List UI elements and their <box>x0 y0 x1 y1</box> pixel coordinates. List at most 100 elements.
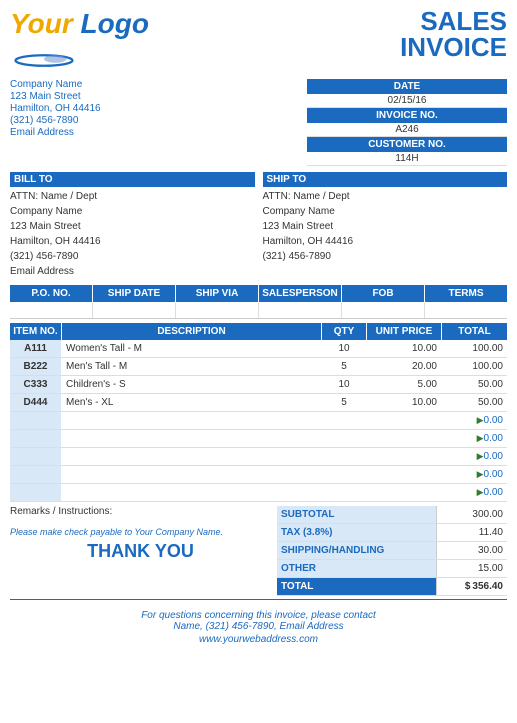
item-qty-cell: 5 <box>322 394 367 411</box>
terms-value <box>425 303 507 318</box>
header: Your Logo SALES INVOICE <box>10 8 507 71</box>
table-row: ▶0.00 <box>10 412 507 430</box>
footer-line2: Name, (321) 456-7890, Email Address <box>10 621 507 632</box>
item-price-cell: 10.00 <box>367 394 442 411</box>
item-desc-cell: Men's - XL <box>62 394 322 411</box>
item-qty-cell <box>322 484 367 501</box>
item-qty-cell <box>322 412 367 429</box>
date-block: DATE 02/15/16 INVOICE NO. A246 CUSTOMER … <box>307 79 507 166</box>
item-total-cell: 50.00 <box>442 376 507 393</box>
item-total-cell: ▶0.00 <box>442 448 507 465</box>
po-no-header: P.O. NO. <box>10 285 93 302</box>
item-price-cell: 10.00 <box>367 340 442 357</box>
item-price-cell <box>367 466 442 483</box>
item-desc-cell <box>62 448 322 465</box>
fob-value <box>342 303 425 318</box>
customer-no-value: 114H <box>307 152 507 166</box>
po-header-row: P.O. NO. SHIP DATE SHIP VIA SALESPERSON … <box>10 285 507 302</box>
grand-total-value: $356.40 <box>437 578 507 595</box>
item-price-cell <box>367 484 442 501</box>
bottom-section: Remarks / Instructions: Please make chec… <box>10 506 507 596</box>
sender-phone: (321) 456-7890 <box>10 115 101 126</box>
item-total-cell: ▶0.00 <box>442 412 507 429</box>
subtotal-value: 300.00 <box>437 506 507 523</box>
item-no-cell <box>10 484 62 501</box>
item-total-cell: 100.00 <box>442 340 507 357</box>
item-price-cell <box>367 448 442 465</box>
grand-total-amount: 356.40 <box>472 581 503 592</box>
grand-total-row: TOTAL $356.40 <box>277 578 507 596</box>
ship-address1: 123 Main Street <box>263 219 508 234</box>
item-desc-cell <box>62 412 322 429</box>
sales-label: SALES <box>400 8 507 34</box>
col-itemno-header: ITEM NO. <box>10 323 62 340</box>
shipping-label: SHIPPING/HANDLING <box>277 542 437 559</box>
item-no-cell: B222 <box>10 358 62 375</box>
col-price-header: UNIT PRICE <box>367 323 442 340</box>
sender-address2: Hamilton, OH 44416 <box>10 103 101 114</box>
ship-phone: (321) 456-7890 <box>263 249 508 264</box>
table-row: A111 Women's Tall - M 10 10.00 100.00 <box>10 340 507 358</box>
tax-value: 11.40 <box>437 524 507 541</box>
invoice-no-label: INVOICE NO. <box>307 108 507 123</box>
footer-divider <box>10 599 507 600</box>
col-qty-header: QTY <box>322 323 367 340</box>
item-desc-cell: Men's Tall - M <box>62 358 322 375</box>
item-qty-cell: 10 <box>322 340 367 357</box>
subtotal-label: SUBTOTAL <box>277 506 437 523</box>
arrow-icon: ▶ <box>477 469 484 479</box>
sender-info: Company Name 123 Main Street Hamilton, O… <box>10 79 101 166</box>
sender-address1: 123 Main Street <box>10 91 101 102</box>
ship-company: Company Name <box>263 204 508 219</box>
logo-text: Your Logo <box>10 8 149 40</box>
item-qty-cell <box>322 466 367 483</box>
item-qty-cell <box>322 448 367 465</box>
item-no-cell <box>10 430 62 447</box>
right-totals: SUBTOTAL 300.00 TAX (3.8%) 11.40 SHIPPIN… <box>277 506 507 596</box>
logo-area: Your Logo <box>10 8 149 71</box>
col-total-header: TOTAL <box>442 323 507 340</box>
ship-via-value <box>176 303 259 318</box>
ship-date-header: SHIP DATE <box>93 285 176 302</box>
invoice-no-value: A246 <box>307 123 507 137</box>
ship-date-value <box>93 303 176 318</box>
item-total-cell: 100.00 <box>442 358 507 375</box>
subtotal-row: SUBTOTAL 300.00 <box>277 506 507 524</box>
table-row: B222 Men's Tall - M 5 20.00 100.00 <box>10 358 507 376</box>
po-no-value <box>10 303 93 318</box>
arrow-icon: ▶ <box>477 415 484 425</box>
item-qty-cell: 10 <box>322 376 367 393</box>
table-row: D444 Men's - XL 5 10.00 50.00 <box>10 394 507 412</box>
bill-company: Company Name <box>10 204 255 219</box>
bill-to-header: BILL TO <box>10 172 255 187</box>
items-table-header: ITEM NO. DESCRIPTION QTY UNIT PRICE TOTA… <box>10 323 507 340</box>
table-row: ▶0.00 <box>10 484 507 502</box>
item-total-cell: ▶0.00 <box>442 430 507 447</box>
fob-header: FOB <box>342 285 425 302</box>
logo-swoosh-icon <box>14 50 74 68</box>
bill-email: Email Address <box>10 264 255 279</box>
tax-row: TAX (3.8%) 11.40 <box>277 524 507 542</box>
item-desc-cell: Children's - S <box>62 376 322 393</box>
po-values-row <box>10 303 507 319</box>
item-no-cell: C333 <box>10 376 62 393</box>
date-label: DATE <box>307 79 507 94</box>
item-price-cell <box>367 430 442 447</box>
ship-to-box: SHIP TO ATTN: Name / Dept Company Name 1… <box>263 172 508 279</box>
col-desc-header: DESCRIPTION <box>62 323 322 340</box>
ship-attn: ATTN: Name / Dept <box>263 189 508 204</box>
item-total-cell: ▶0.00 <box>442 466 507 483</box>
footer-line1: For questions concerning this invoice, p… <box>10 610 507 621</box>
info-row: Company Name 123 Main Street Hamilton, O… <box>10 79 507 166</box>
other-value: 15.00 <box>437 560 507 577</box>
item-no-cell <box>10 448 62 465</box>
bill-attn: ATTN: Name / Dept <box>10 189 255 204</box>
shipping-value: 30.00 <box>437 542 507 559</box>
salesperson-header: SALESPERSON <box>259 285 342 302</box>
item-no-cell: A111 <box>10 340 62 357</box>
tax-label: TAX (3.8%) <box>277 524 437 541</box>
ship-to-header: SHIP TO <box>263 172 508 187</box>
customer-no-label: CUSTOMER NO. <box>307 137 507 152</box>
left-bottom: Remarks / Instructions: Please make chec… <box>10 506 277 596</box>
items-table-body: A111 Women's Tall - M 10 10.00 100.00 B2… <box>10 340 507 502</box>
